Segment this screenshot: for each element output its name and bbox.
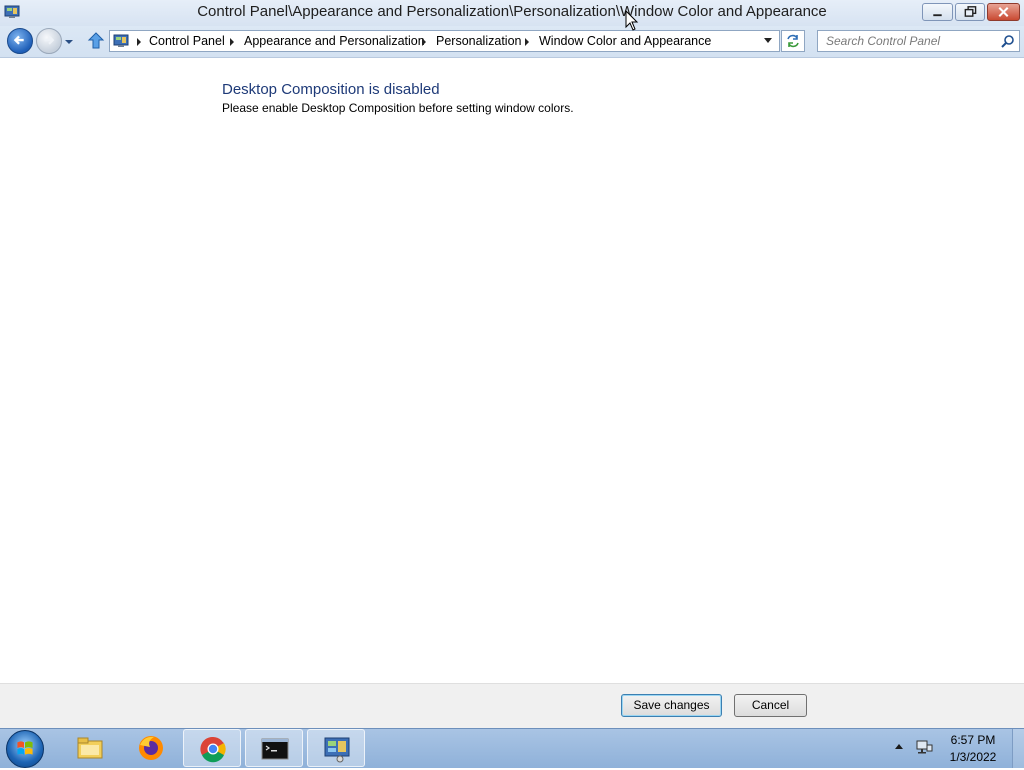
cancel-button[interactable]: Cancel <box>734 694 807 717</box>
forward-arrow-icon <box>44 35 55 45</box>
search-input[interactable]: Search Control Panel <box>817 30 1020 52</box>
taskbar-command-prompt[interactable] <box>245 729 303 767</box>
search-icon[interactable] <box>1001 34 1015 48</box>
restore-icon <box>964 6 977 17</box>
taskbar-file-explorer[interactable] <box>61 729 119 767</box>
breadcrumb-window-color[interactable]: Window Color and Appearance <box>539 34 711 48</box>
windows-logo-icon <box>17 741 33 755</box>
start-button[interactable] <box>6 730 44 768</box>
cmd-icon <box>261 738 289 760</box>
network-icon[interactable] <box>915 739 933 755</box>
address-bar[interactable]: Control Panel Appearance and Personaliza… <box>109 30 780 52</box>
firefox-icon <box>139 736 163 760</box>
breadcrumb-separator-icon[interactable] <box>230 38 234 46</box>
refresh-icon <box>787 34 799 48</box>
control-panel-icon <box>324 737 350 763</box>
search-placeholder: Search Control Panel <box>826 34 941 48</box>
control-panel-window: Control Panel\Appearance and Personaliza… <box>0 0 1024 728</box>
control-panel-icon <box>113 34 129 47</box>
back-arrow-icon <box>13 35 24 45</box>
address-history-dropdown-icon[interactable] <box>764 38 772 43</box>
breadcrumb-separator-icon[interactable] <box>422 38 426 46</box>
up-arrow-icon[interactable] <box>86 31 106 51</box>
footer-bar <box>0 683 1024 728</box>
recent-pages-dropdown-icon[interactable] <box>64 37 74 47</box>
taskbar-firefox[interactable] <box>122 729 180 767</box>
restore-button[interactable] <box>955 3 985 21</box>
breadcrumb-personalization[interactable]: Personalization <box>436 34 521 48</box>
window-title: Control Panel\Appearance and Personaliza… <box>197 3 827 20</box>
save-changes-button[interactable]: Save changes <box>621 694 722 717</box>
back-button[interactable] <box>7 28 33 54</box>
mouse-cursor-icon <box>625 10 639 31</box>
minimize-button[interactable] <box>922 3 953 21</box>
folder-icon <box>77 737 103 759</box>
minimize-icon <box>933 14 942 17</box>
breadcrumb-separator-icon[interactable] <box>525 38 529 46</box>
title-bar[interactable]: Control Panel\Appearance and Personaliza… <box>0 0 1024 26</box>
refresh-button[interactable] <box>781 30 805 52</box>
breadcrumb-control-panel[interactable]: Control Panel <box>149 34 225 48</box>
info-message: Please enable Desktop Composition before… <box>222 101 574 115</box>
close-button[interactable] <box>987 3 1020 21</box>
show-desktop-button[interactable] <box>1012 729 1024 768</box>
close-icon <box>998 7 1009 17</box>
breadcrumb-appearance-personalization[interactable]: Appearance and Personalization <box>244 34 425 48</box>
chrome-icon <box>200 736 226 763</box>
main-content <box>0 59 1024 683</box>
breadcrumb-separator-icon[interactable] <box>137 38 141 46</box>
forward-button[interactable] <box>36 28 62 54</box>
show-hidden-icons-icon[interactable] <box>895 744 903 749</box>
clock-time[interactable]: 6:57 PM <box>945 733 1001 747</box>
taskbar-control-panel[interactable] <box>307 729 365 767</box>
page-heading: Desktop Composition is disabled <box>222 81 440 98</box>
clock-date[interactable]: 1/3/2022 <box>945 750 1001 764</box>
taskbar-chrome[interactable] <box>183 729 241 767</box>
